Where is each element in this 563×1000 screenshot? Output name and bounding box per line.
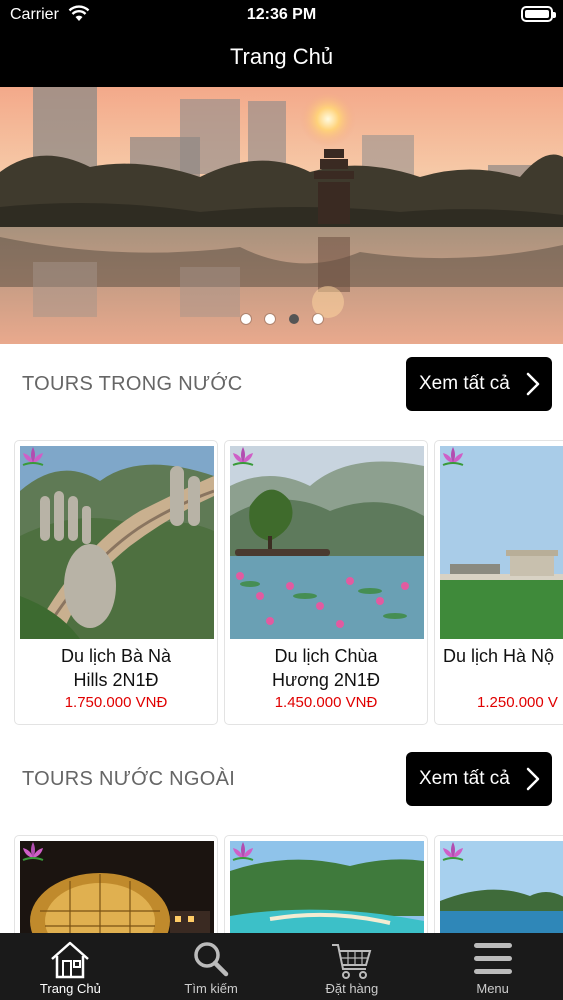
- tour-card[interactable]: Du lịch Bà Nà Hills 2N1Đ 1.750.000 VNĐ: [14, 440, 218, 725]
- domestic-section-header: TOURS TRONG NƯỚC Xem tất cả: [0, 357, 563, 417]
- lotus-logo-icon: [442, 447, 464, 466]
- carousel-dot[interactable]: [240, 314, 251, 324]
- tour-card[interactable]: [434, 835, 563, 933]
- tab-label: Trang Chủ: [39, 981, 101, 996]
- tab-label: Menu: [476, 981, 509, 996]
- lotus-logo-icon: [232, 842, 254, 861]
- cart-icon: [331, 944, 372, 979]
- banner-image: [0, 87, 563, 344]
- tour-image: [20, 841, 214, 933]
- domestic-tours-row[interactable]: Du lịch Bà Nà Hills 2N1Đ 1.750.000 VNĐ D…: [0, 440, 563, 726]
- see-all-domestic-button[interactable]: Xem tất cả: [406, 357, 552, 411]
- tab-menu[interactable]: Menu: [422, 933, 563, 1000]
- lotus-logo-icon: [22, 447, 44, 466]
- banner-carousel[interactable]: [0, 87, 563, 344]
- chevron-right-icon: [526, 767, 540, 791]
- battery-icon: [521, 6, 556, 22]
- page-title: Trang Chủ: [229, 44, 334, 69]
- section-title: TOURS NƯỚC NGOÀI: [22, 768, 236, 790]
- status-time: 12:36 PM: [246, 6, 317, 23]
- tour-image: [20, 446, 214, 639]
- tour-card[interactable]: [224, 835, 428, 933]
- carousel-indicator[interactable]: [0, 314, 563, 324]
- tour-card[interactable]: Du lịch Chùa Hương 2N1Đ 1.450.000 VNĐ: [224, 440, 428, 725]
- home-icon: [51, 941, 90, 979]
- tour-name: Du lịch Bà Nà Hills 2N1Đ: [60, 646, 172, 690]
- tab-home[interactable]: Trang Chủ: [0, 933, 141, 1000]
- tour-name: Du lịch Hà Nộ: [443, 646, 555, 666]
- top-bar: Carrier 12:36 PM Trang Chủ: [0, 0, 563, 87]
- tab-bar: Trang Chủ Tìm kiếm Đặt hàng Menu: [0, 933, 563, 1000]
- lotus-logo-icon: [22, 842, 44, 861]
- carousel-dot[interactable]: [264, 314, 275, 324]
- tour-card[interactable]: Du lịch Hà Nộ 1.250.000 V: [434, 440, 563, 725]
- tour-price: 1.750.000 VNĐ: [64, 694, 168, 711]
- see-all-label: Xem tất cả: [419, 768, 510, 789]
- status-bar: Carrier 12:36 PM: [0, 0, 563, 30]
- see-all-foreign-button[interactable]: Xem tất cả: [406, 752, 552, 806]
- search-icon: [194, 942, 229, 977]
- tour-price: 1.450.000 VNĐ: [274, 694, 378, 711]
- see-all-label: Xem tất cả: [419, 373, 510, 394]
- chevron-right-icon: [526, 372, 540, 396]
- tab-orders[interactable]: Đặt hàng: [282, 933, 423, 1000]
- tour-image: [230, 841, 424, 933]
- tour-card[interactable]: [14, 835, 218, 933]
- tab-label: Tìm kiếm: [184, 981, 238, 996]
- carousel-dot[interactable]: [312, 314, 323, 324]
- foreign-tours-row[interactable]: [0, 835, 563, 933]
- tour-name: Du lịch Chùa Hương 2N1Đ: [272, 646, 380, 690]
- tab-label: Đặt hàng: [325, 981, 379, 996]
- section-title: TOURS TRONG NƯỚC: [22, 373, 243, 395]
- tour-price: 1.250.000 V: [477, 694, 558, 711]
- carousel-dot[interactable]: [288, 314, 299, 324]
- menu-icon: [473, 943, 512, 974]
- lotus-logo-icon: [442, 842, 464, 861]
- foreign-section-header: TOURS NƯỚC NGOÀI Xem tất cả: [0, 752, 563, 812]
- tour-image: [440, 446, 563, 639]
- tour-image: [230, 446, 424, 639]
- tab-search[interactable]: Tìm kiếm: [141, 933, 282, 1000]
- lotus-logo-icon: [232, 447, 254, 466]
